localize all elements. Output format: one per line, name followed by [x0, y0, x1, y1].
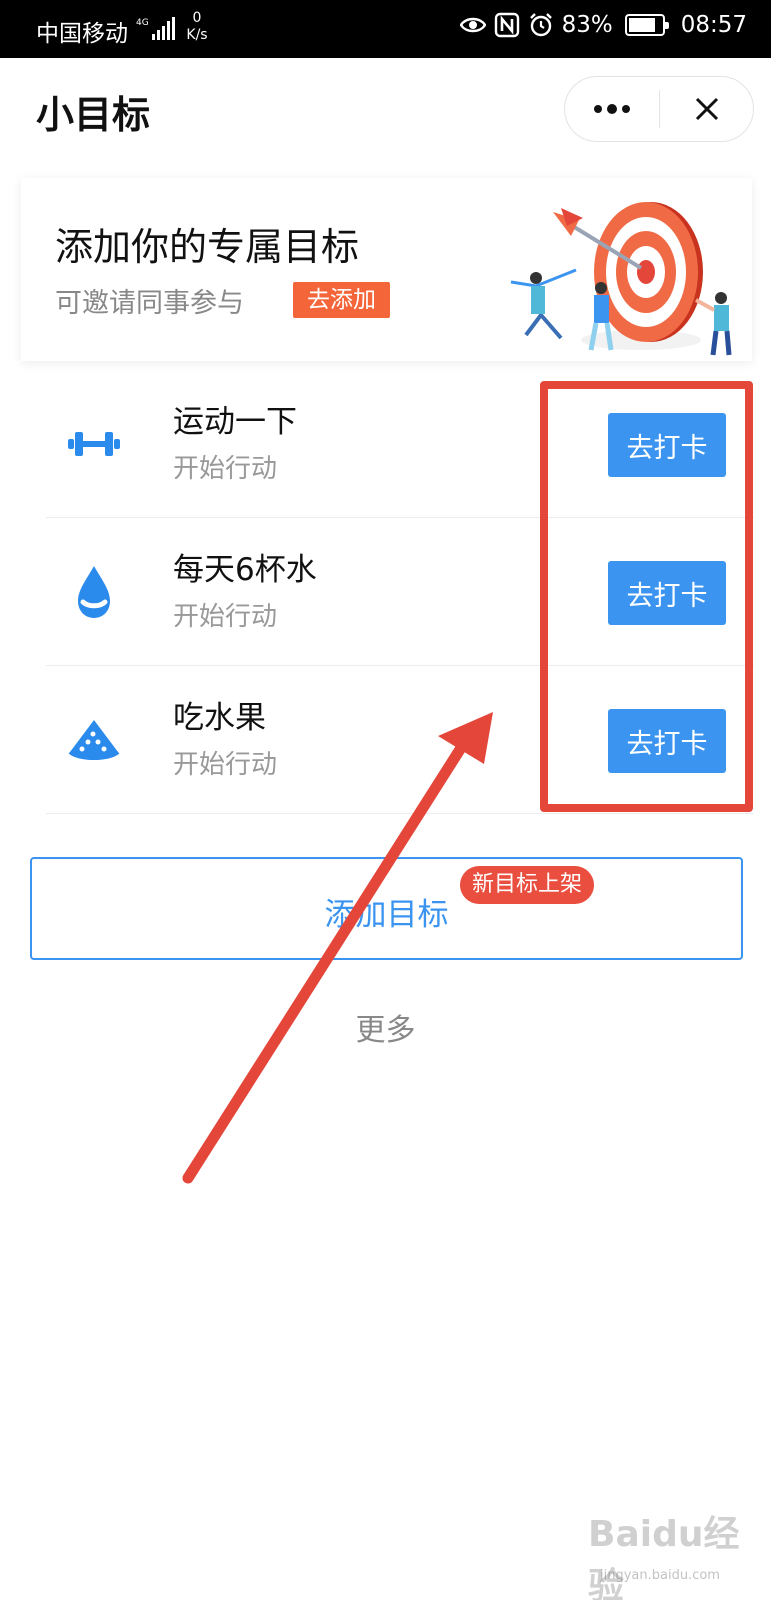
- close-icon: [695, 97, 718, 121]
- goal-title: 运动一下: [173, 404, 297, 440]
- carrier-name: 中国移动: [36, 21, 128, 47]
- nfc-icon: [494, 12, 519, 38]
- close-button[interactable]: [660, 77, 753, 141]
- more-dot-icon: [607, 104, 617, 114]
- goal-title: 吃水果: [173, 700, 266, 736]
- water-drop-icon: [78, 566, 110, 618]
- net-speed: 0 K/s: [184, 10, 210, 44]
- mini-program-header: 小目标: [0, 58, 771, 162]
- go-add-button[interactable]: 去添加: [293, 282, 390, 318]
- target-illustration: [510, 202, 732, 356]
- more-dot-icon: [594, 105, 602, 113]
- net-speed-value: 0: [192, 10, 202, 26]
- goal-title: 每天6杯水: [173, 552, 317, 588]
- status-bar: 中国移动 4G 0 K/s 83% 08:57: [0, 0, 771, 58]
- battery-icon: [624, 14, 669, 36]
- alarm-icon: [529, 13, 552, 37]
- more-options-button[interactable]: [565, 77, 659, 141]
- page-title: 小目标: [36, 93, 151, 137]
- add-goal-banner[interactable]: 添加你的专属目标 可邀请同事参与 去添加: [21, 178, 752, 361]
- add-goal-label: 添加目标: [324, 897, 449, 933]
- add-goal-button[interactable]: 添加目标: [30, 857, 743, 960]
- more-dot-icon: [622, 105, 630, 113]
- svg-text:4G: 4G: [136, 18, 149, 28]
- status-right-group: 83% 08:57: [459, 12, 747, 38]
- banner-subtitle: 可邀请同事参与: [55, 288, 244, 319]
- watermark-logo: Baidu经验: [588, 1514, 740, 1600]
- watermelon-icon: [68, 720, 120, 760]
- battery-percent: 83%: [561, 12, 613, 38]
- net-speed-unit: K/s: [186, 27, 208, 43]
- new-goals-badge: 新目标上架: [460, 866, 595, 904]
- goal-subtitle: 开始行动: [173, 454, 278, 484]
- more-link[interactable]: 更多: [0, 1005, 771, 1049]
- dumbbell-icon: [68, 432, 120, 456]
- menu-capsule: [564, 76, 754, 142]
- goal-subtitle: 开始行动: [173, 750, 278, 780]
- annotation-highlight-box: [540, 381, 753, 812]
- banner-title: 添加你的专属目标: [55, 225, 360, 269]
- signal-icon: 4G: [136, 17, 175, 40]
- goal-subtitle: 开始行动: [173, 602, 278, 632]
- eye-icon: [459, 17, 486, 33]
- battery-level: [628, 18, 656, 32]
- watermark-url: jingyan.baidu.com: [600, 1568, 720, 1583]
- clock: 08:57: [680, 12, 747, 38]
